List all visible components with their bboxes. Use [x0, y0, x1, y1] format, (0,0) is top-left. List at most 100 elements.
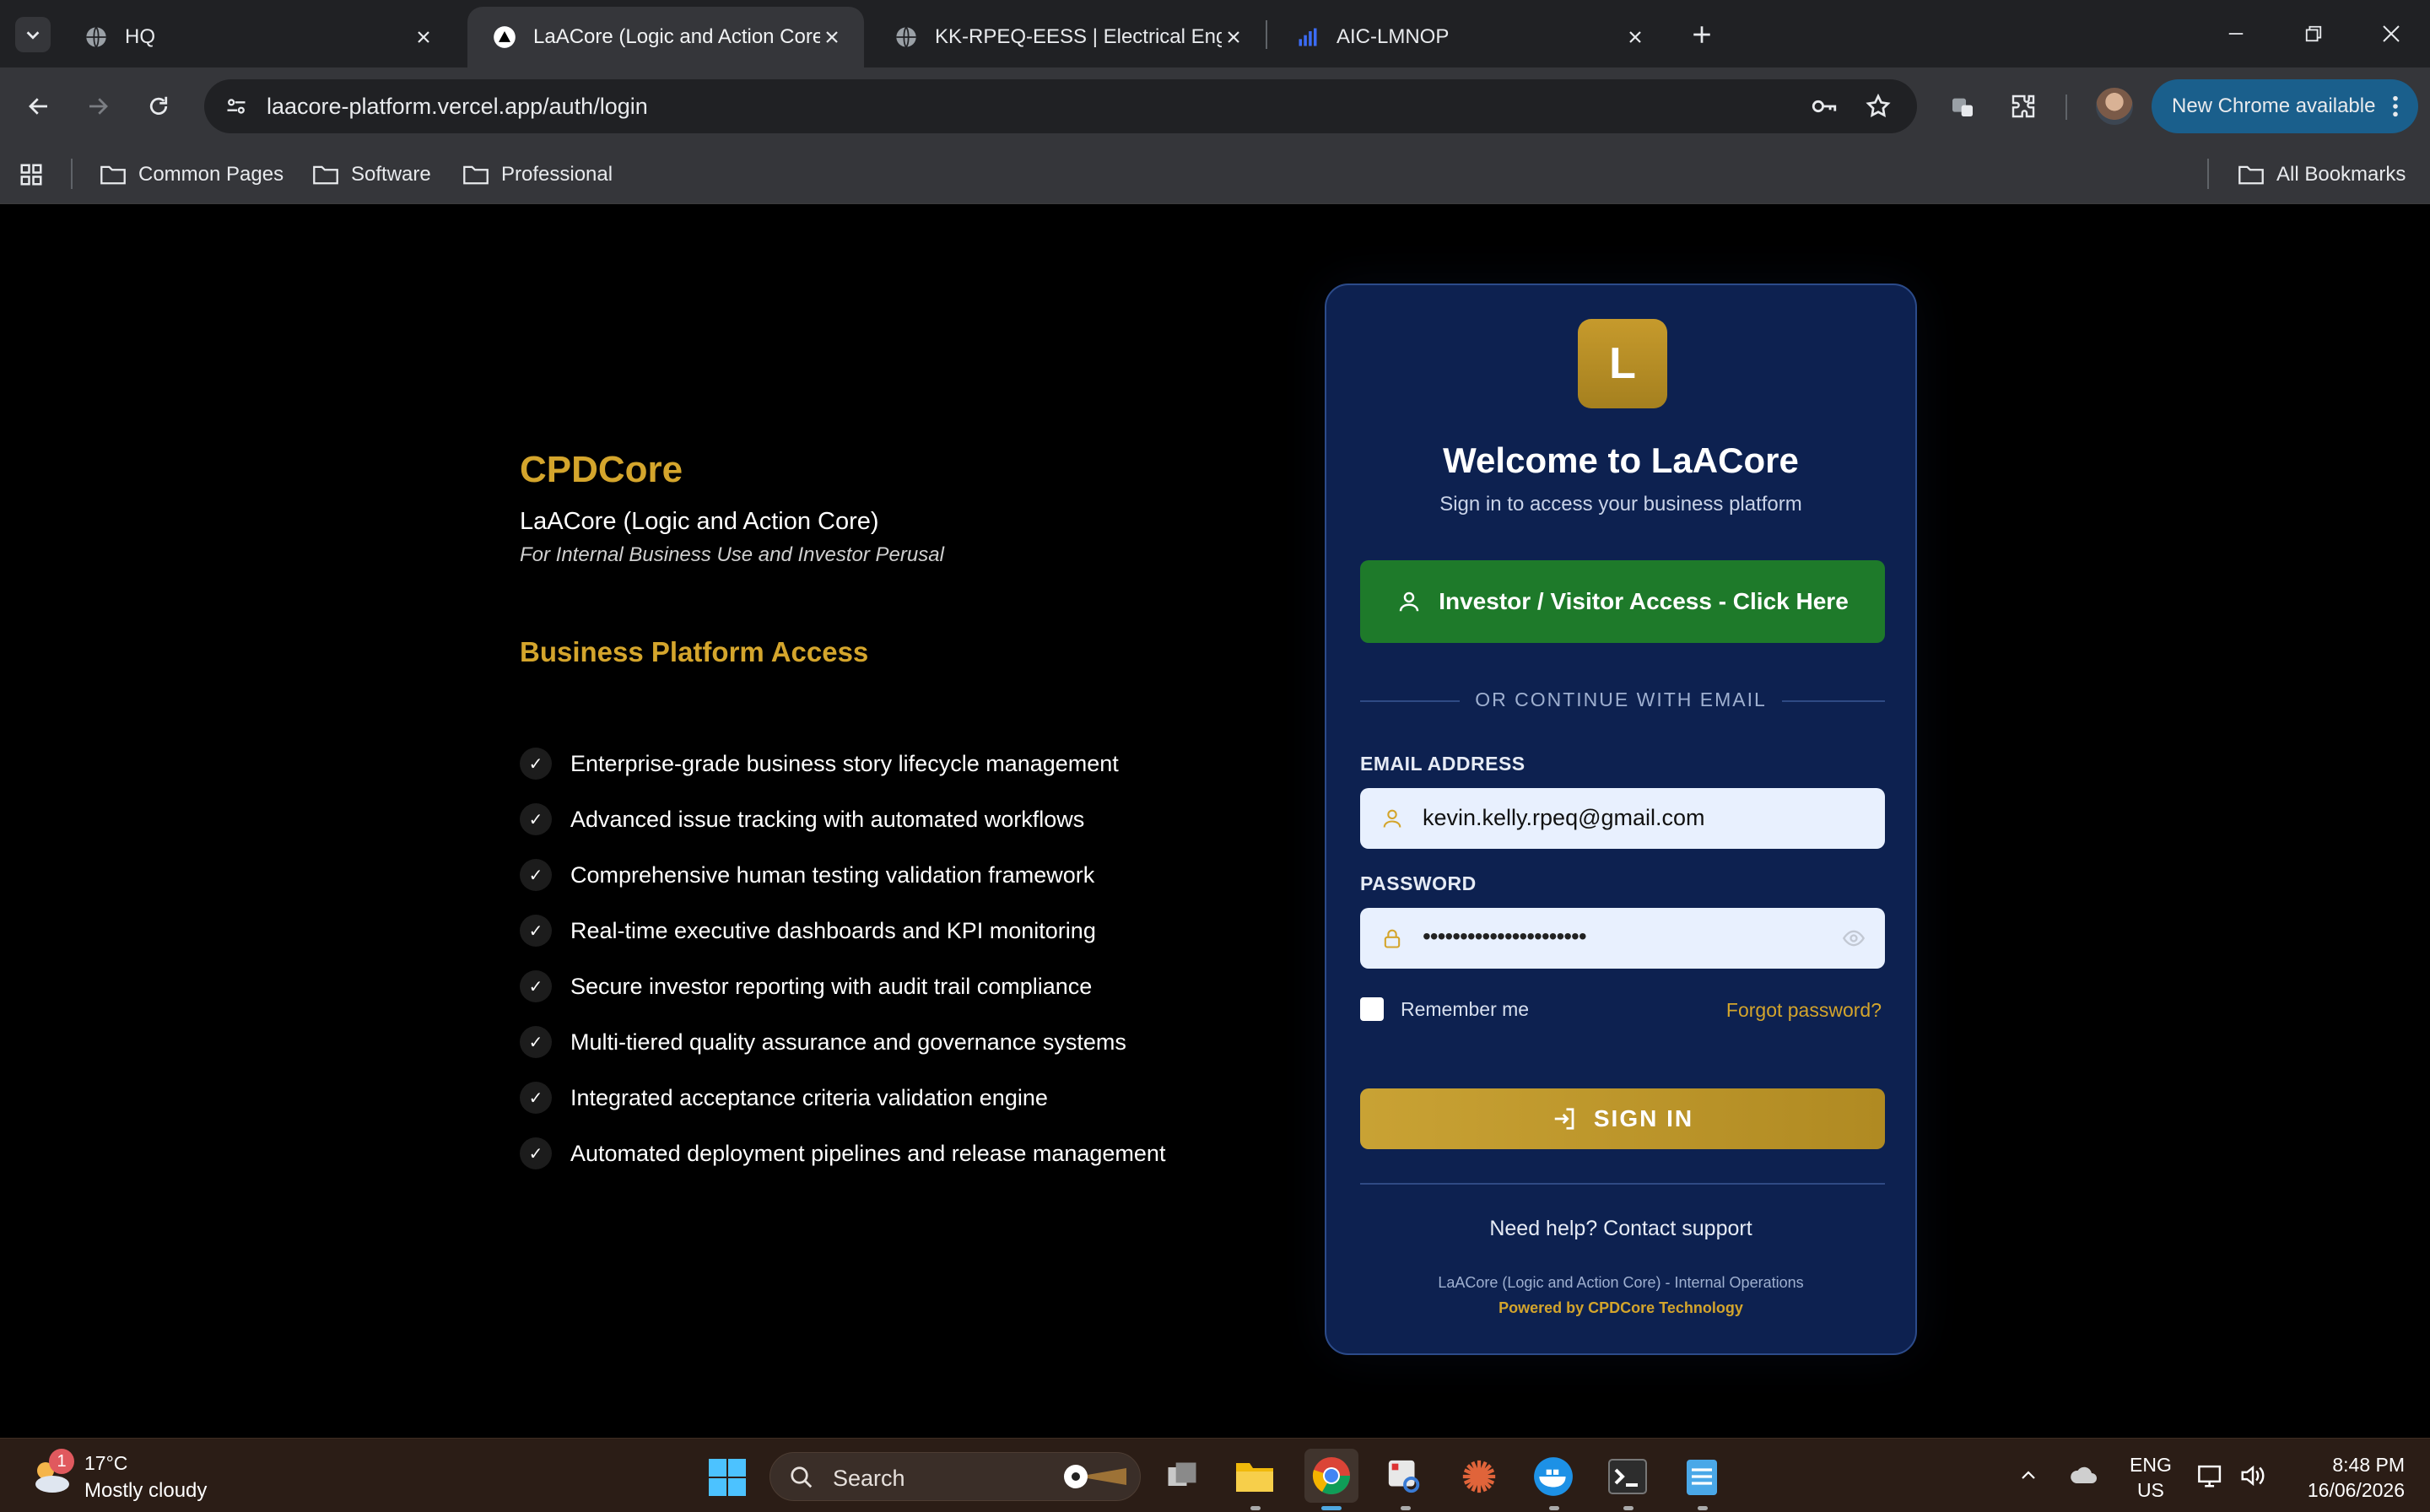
- feature-text: Enterprise-grade business story lifecycl…: [570, 750, 1119, 776]
- tab-laacore[interactable]: LaACore (Logic and Action Core: [467, 7, 864, 68]
- terminal-button[interactable]: [1606, 1455, 1649, 1498]
- tab-aic-lmnop[interactable]: AIC-LMNOP: [1271, 7, 1667, 68]
- address-bar[interactable]: laacore-platform.vercel.app/auth/login: [204, 79, 1917, 133]
- minimize-button[interactable]: [2197, 0, 2275, 68]
- running-indicator: [1401, 1506, 1411, 1510]
- tab-separator: [1266, 20, 1267, 49]
- snipping-tool-button[interactable]: [1384, 1455, 1426, 1498]
- language-code: ENG: [2130, 1454, 2172, 1476]
- close-tab-icon[interactable]: [1623, 25, 1647, 49]
- product-subtitle: LaACore (Logic and Action Core): [520, 508, 879, 535]
- site-info-icon[interactable]: [219, 89, 253, 123]
- password-key-icon[interactable]: [1807, 89, 1841, 123]
- back-button[interactable]: [19, 86, 59, 127]
- notepad-icon: [1687, 1460, 1717, 1495]
- user-icon: [1399, 591, 1419, 612]
- investor-access-button[interactable]: Investor / Visitor Access - Click Here: [1360, 560, 1885, 643]
- volume-icon[interactable]: [2234, 1457, 2271, 1494]
- more-vert-icon: [2393, 95, 2398, 117]
- close-tab-icon[interactable]: [1222, 25, 1245, 49]
- notepad-button[interactable]: [1681, 1455, 1723, 1498]
- file-explorer-button[interactable]: [1234, 1455, 1276, 1498]
- new-tab-button[interactable]: [1684, 17, 1720, 52]
- bookmark-folder-software[interactable]: Software: [312, 155, 431, 194]
- eye-icon[interactable]: [1841, 926, 1866, 950]
- password-field[interactable]: ••••••••••••••••••••••: [1360, 908, 1885, 969]
- feature-text: Multi-tiered quality assurance and gover…: [570, 1029, 1126, 1055]
- close-tab-icon[interactable]: [412, 25, 435, 49]
- app-logo: L: [1578, 319, 1667, 408]
- new-chrome-label: New Chrome available: [2172, 94, 2376, 117]
- divider-label: OR CONTINUE WITH EMAIL: [1326, 688, 1915, 711]
- password-label: PASSWORD: [1360, 872, 1477, 894]
- folder-icon: [1236, 1463, 1273, 1492]
- section-title: Business Platform Access: [520, 636, 869, 667]
- lock-icon: [1384, 929, 1401, 948]
- terminal-icon: [1608, 1459, 1647, 1494]
- sign-in-button[interactable]: SIGN IN: [1360, 1088, 1885, 1149]
- network-icon[interactable]: [2192, 1457, 2229, 1494]
- email-value: kevin.kelly.rpeq@gmail.com: [1423, 805, 1705, 830]
- tab-search-button[interactable]: [15, 17, 51, 52]
- profile-avatar[interactable]: [2096, 88, 2133, 125]
- new-chrome-available-button[interactable]: New Chrome available: [2152, 79, 2418, 133]
- arrow-right-icon: [89, 98, 108, 115]
- welcome-title: Welcome to LaACore: [1443, 440, 1799, 480]
- url-text: laacore-platform.vercel.app/auth/login: [267, 94, 648, 119]
- running-indicator: [1623, 1506, 1634, 1510]
- restore-icon: [2305, 25, 2322, 42]
- contact-support-link[interactable]: Need help? Contact support: [1326, 1217, 1915, 1241]
- clock-date: 16/06/2026: [2307, 1479, 2405, 1501]
- restore-button[interactable]: [2275, 0, 2352, 68]
- extensions-puzzle-icon[interactable]: [2003, 86, 2044, 127]
- chevron-down-icon: [26, 31, 40, 40]
- task-view-button[interactable]: [1161, 1455, 1203, 1498]
- browser-toolbar: laacore-platform.vercel.app/auth/login N…: [0, 68, 2430, 145]
- close-window-button[interactable]: [2352, 0, 2430, 68]
- tab-kk-rpeq[interactable]: KK-RPEQ-EESS | Electrical Engin: [869, 7, 1266, 68]
- feature-text: Integrated acceptance criteria validatio…: [570, 1084, 1048, 1110]
- bookmark-star-icon[interactable]: [1861, 89, 1895, 123]
- remember-me-checkbox[interactable]: [1360, 997, 1384, 1021]
- start-button[interactable]: [707, 1457, 748, 1498]
- chrome-button[interactable]: [1304, 1449, 1358, 1503]
- extension-translate-icon[interactable]: [1942, 86, 1983, 127]
- taskbar-search[interactable]: Search: [770, 1452, 1141, 1501]
- show-hidden-icons-button[interactable]: [2010, 1457, 2047, 1494]
- bookmark-folder-common-pages[interactable]: Common Pages: [100, 155, 284, 194]
- apps-button[interactable]: [19, 155, 44, 194]
- docker-button[interactable]: [1532, 1455, 1574, 1498]
- clock[interactable]: 8:48 PM 16/06/2026: [2287, 1452, 2405, 1503]
- email-field[interactable]: kevin.kelly.rpeq@gmail.com: [1360, 788, 1885, 849]
- bookmark-label: Common Pages: [138, 163, 284, 186]
- check-icon: ✓: [520, 803, 552, 835]
- all-bookmarks-button[interactable]: All Bookmarks: [2238, 155, 2406, 194]
- feature-item: ✓ Real-time executive dashboards and KPI …: [520, 903, 1165, 958]
- snipping-tool-icon: [1388, 1460, 1420, 1493]
- language-indicator[interactable]: ENG US: [2130, 1452, 2172, 1503]
- claude-app-button[interactable]: [1458, 1455, 1500, 1498]
- tab-hq[interactable]: HQ: [59, 7, 456, 68]
- check-icon: ✓: [520, 748, 552, 780]
- running-indicator: [1698, 1506, 1708, 1510]
- chrome-icon: [1312, 1457, 1350, 1494]
- check-icon: ✓: [520, 970, 552, 1002]
- tab-title: AIC-LMNOP: [1336, 25, 1450, 48]
- reload-button[interactable]: [138, 86, 179, 127]
- forgot-password-link[interactable]: Forgot password?: [1726, 999, 1882, 1022]
- toolbar-divider: [2066, 94, 2067, 120]
- forward-button[interactable]: [78, 86, 118, 127]
- onedrive-icon[interactable]: [2066, 1457, 2103, 1494]
- check-icon: ✓: [520, 1082, 552, 1114]
- tab-title: HQ: [125, 25, 155, 48]
- login-page: CPDCore LaACore (Logic and Action Core) …: [0, 204, 2430, 1438]
- weather-condition: Mostly cloudy: [84, 1479, 208, 1502]
- close-tab-icon[interactable]: [820, 25, 844, 49]
- remember-me[interactable]: Remember me: [1360, 997, 1529, 1021]
- feature-text: Secure investor reporting with audit tra…: [570, 973, 1093, 999]
- temperature: 17°C: [84, 1452, 128, 1474]
- login-card: L Welcome to LaACore Sign in to access y…: [1325, 284, 1917, 1355]
- active-indicator: [1321, 1506, 1342, 1510]
- arrow-left-icon: [29, 98, 47, 115]
- bookmark-folder-professional[interactable]: Professional: [462, 155, 613, 194]
